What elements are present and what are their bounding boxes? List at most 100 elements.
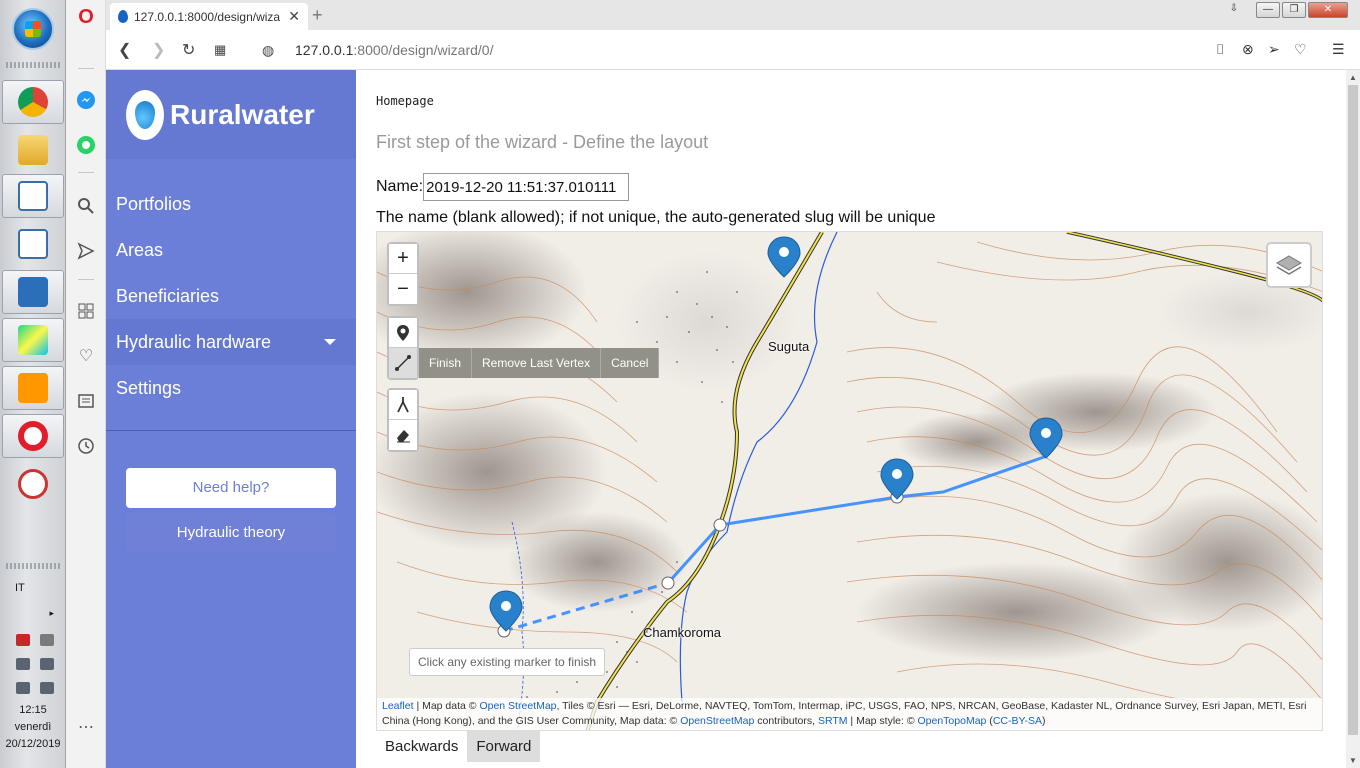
backwards-button[interactable]: Backwards: [376, 731, 467, 762]
draw-actions: Finish Remove Last Vertex Cancel: [419, 348, 660, 378]
adblock-icon[interactable]: ⊗: [1242, 41, 1254, 58]
url-host: 127.0.0.1: [295, 42, 354, 58]
sidebar-item-portfolios[interactable]: Portfolios: [106, 181, 356, 227]
close-window-button[interactable]: ✕: [1308, 2, 1348, 18]
sidebar-separator: [78, 279, 94, 280]
forward-icon[interactable]: ❯: [152, 40, 165, 60]
minimize-button[interactable]: —: [1256, 2, 1280, 18]
new-tab-icon[interactable]: +: [312, 5, 323, 26]
brand-name: Ruralwater: [170, 98, 315, 130]
layers-button[interactable]: [1266, 242, 1312, 288]
sublime-icon: [18, 373, 48, 403]
flag-icon[interactable]: [40, 682, 54, 694]
taskbar-snipping[interactable]: [2, 462, 64, 506]
scrollbar-thumb[interactable]: [1348, 85, 1358, 735]
url-field[interactable]: 127.0.0.1:8000/design/wizard/0/: [295, 42, 493, 58]
device-icon[interactable]: [16, 658, 30, 670]
address-bar: ❮ ❯ ↻ ▦ ◍ 127.0.0.1:8000/design/wizard/0…: [106, 30, 1360, 70]
app-sidebar: Ruralwater Portfolios Areas Beneficiarie…: [106, 70, 356, 768]
forward-button[interactable]: Forward: [467, 731, 541, 762]
easy-setup-icon[interactable]: ☰: [1332, 41, 1345, 58]
window-icon: [18, 181, 48, 211]
bookmark-heart-icon[interactable]: ♡: [1294, 41, 1307, 58]
share-icon[interactable]: ➢: [1268, 41, 1280, 58]
taskbar-sublime[interactable]: [2, 366, 64, 410]
clock-time[interactable]: 12:15: [0, 704, 66, 716]
heart-icon[interactable]: ♡: [75, 345, 97, 367]
opera-logo-icon[interactable]: O: [75, 6, 97, 28]
news-icon[interactable]: [75, 390, 97, 412]
attribution-ccbysa-link[interactable]: CC-BY-SA: [993, 715, 1042, 727]
draw-marker-button[interactable]: [389, 318, 417, 348]
name-input[interactable]: [423, 173, 630, 201]
sidebar-item-beneficiaries[interactable]: Beneficiaries: [106, 273, 356, 319]
reload-icon[interactable]: ↻: [182, 40, 195, 60]
taskbar-explorer[interactable]: [2, 128, 64, 172]
draw-polyline-button[interactable]: [389, 348, 417, 378]
map[interactable]: Suguta Chamkoroma + − Finish Remove Last…: [376, 231, 1323, 731]
taskbar-opera[interactable]: [2, 414, 64, 458]
browser-tab[interactable]: 127.0.0.1:8000/design/wiza ✕: [110, 3, 308, 30]
attribution-text: | Map style: ©: [847, 715, 918, 727]
taskbar-powershell[interactable]: [2, 270, 64, 314]
tabs-grid-icon[interactable]: ▦: [214, 42, 226, 58]
sidebar-item-areas[interactable]: Areas: [106, 227, 356, 273]
start-button[interactable]: [12, 8, 54, 50]
zoom-in-button[interactable]: +: [389, 244, 417, 274]
taskbar-pycharm[interactable]: [2, 318, 64, 362]
send-icon[interactable]: [75, 240, 97, 262]
need-help-button[interactable]: Need help?: [126, 468, 336, 508]
place-label-chamkoroma: Chamkoroma: [643, 625, 722, 640]
volume-icon[interactable]: [16, 682, 30, 694]
hydraulic-theory-button[interactable]: Hydraulic theory: [126, 513, 336, 553]
back-icon[interactable]: ❮: [118, 40, 131, 60]
scroll-up-icon[interactable]: ▲: [1349, 73, 1357, 82]
zoom-out-button[interactable]: −: [389, 274, 417, 304]
dropbox-icon[interactable]: [40, 634, 54, 646]
favicon-icon: [118, 10, 128, 23]
sidebar-item-settings[interactable]: Settings: [106, 365, 356, 411]
tray-app-icon[interactable]: [16, 634, 30, 646]
cancel-button[interactable]: Cancel: [601, 348, 660, 378]
pycharm-icon: [18, 325, 48, 355]
camera-icon[interactable]: ⌷: [1216, 41, 1224, 58]
name-label: Name:: [376, 178, 424, 195]
sidebar-item-hydraulic-hardware[interactable]: Hydraulic hardware: [106, 319, 356, 365]
breadcrumb[interactable]: Homepage: [376, 94, 434, 108]
taskbar-window-1[interactable]: [2, 174, 64, 218]
taskbar-chrome[interactable]: [2, 80, 64, 124]
more-icon[interactable]: ⋯: [75, 716, 97, 738]
remove-last-vertex-button[interactable]: Remove Last Vertex: [472, 348, 602, 378]
globe-icon: ◍: [262, 42, 275, 58]
attribution-srtm-link[interactable]: SRTM: [818, 715, 848, 727]
delete-layers-button[interactable]: [389, 420, 417, 450]
messenger-icon[interactable]: [75, 89, 97, 111]
place-label-suguta: Suguta: [768, 339, 810, 354]
taskbar-window-2[interactable]: [2, 222, 64, 266]
maximize-button[interactable]: ❐: [1282, 2, 1306, 18]
attribution-opentopomap-link[interactable]: OpenTopoMap: [918, 715, 987, 727]
search-icon[interactable]: [75, 195, 97, 217]
history-icon[interactable]: [75, 435, 97, 457]
brand[interactable]: Ruralwater: [106, 70, 356, 159]
speed-dial-icon[interactable]: [75, 300, 97, 322]
folder-icon: [18, 135, 48, 165]
scroll-down-icon[interactable]: ▼: [1349, 756, 1357, 765]
powershell-icon: [18, 277, 48, 307]
attribution-osm-link[interactable]: Open StreetMap: [479, 700, 556, 712]
sidebar-item-label: Hydraulic hardware: [116, 332, 272, 352]
map-attribution: Leaflet | Map data © Open StreetMap, Til…: [377, 698, 1322, 730]
page-scrollbar[interactable]: ▲ ▼: [1346, 70, 1360, 768]
attribution-osm-link-2[interactable]: OpenStreetMap: [680, 715, 754, 727]
tab-menu-icon[interactable]: ⇩: [1222, 2, 1246, 18]
whatsapp-icon[interactable]: [75, 134, 97, 156]
close-tab-icon[interactable]: ✕: [288, 8, 300, 25]
edit-layers-button[interactable]: [389, 390, 417, 420]
finish-button[interactable]: Finish: [419, 348, 473, 378]
attribution-text: contributors,: [754, 715, 818, 727]
tray-expand-icon[interactable]: ▸: [0, 608, 66, 619]
network-icon[interactable]: [40, 658, 54, 670]
caret-down-icon: [324, 339, 336, 345]
language-indicator[interactable]: IT: [0, 582, 66, 594]
attribution-leaflet-link[interactable]: Leaflet: [382, 700, 414, 712]
